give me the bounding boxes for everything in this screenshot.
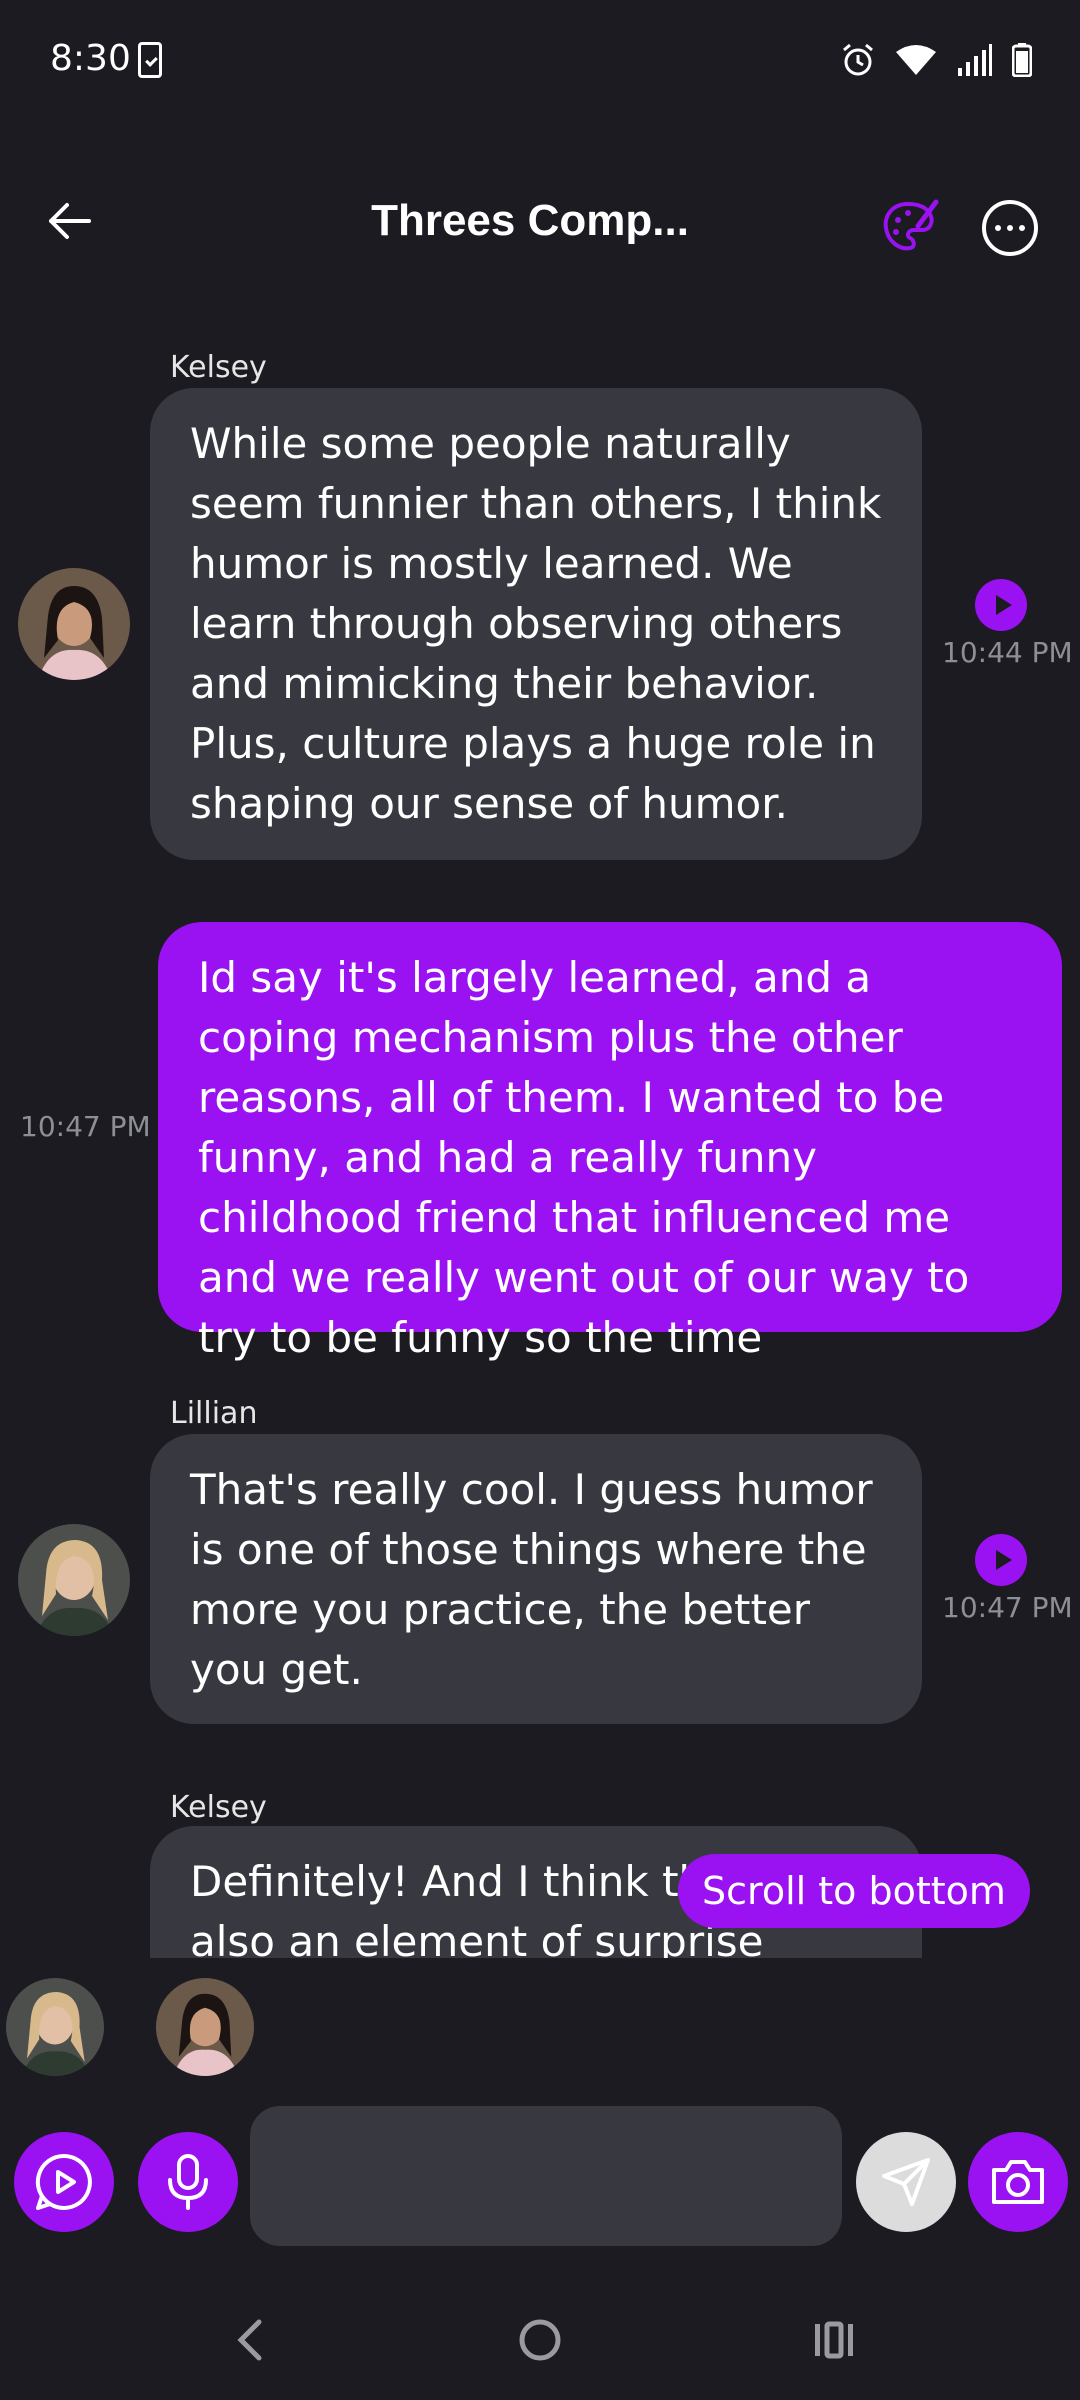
palette-icon xyxy=(883,199,939,251)
nav-back-button[interactable] xyxy=(220,2310,280,2370)
theme-button[interactable] xyxy=(880,196,940,256)
message-time: 10:44 PM xyxy=(942,636,1073,669)
more-dot xyxy=(1007,225,1013,231)
message-text: Id say it's largely learned, and a copin… xyxy=(198,953,970,1362)
chat-title: Threes Comp... xyxy=(371,196,689,245)
play-audio-button[interactable] xyxy=(975,579,1027,631)
message-time: 10:47 PM xyxy=(942,1591,1073,1624)
message-text: While some people naturally seem funnier… xyxy=(190,419,882,828)
sender-name: Lillian xyxy=(170,1396,258,1431)
play-audio-button[interactable] xyxy=(975,1534,1027,1586)
message-text: That's really cool. I guess humor is one… xyxy=(190,1465,873,1694)
wifi-icon xyxy=(896,45,936,75)
camera-icon xyxy=(992,2160,1044,2204)
more-options-button[interactable] xyxy=(982,200,1038,256)
sender-name: Kelsey xyxy=(170,350,267,385)
message-bubble-incoming[interactable]: That's really cool. I guess humor is one… xyxy=(150,1434,922,1724)
nav-recents-button[interactable] xyxy=(804,2310,864,2370)
status-time: 8:30 xyxy=(50,38,131,79)
message-bubble-incoming[interactable]: While some people naturally seem funnier… xyxy=(150,388,922,860)
message-bubble-outgoing[interactable]: Id say it's largely learned, and a copin… xyxy=(158,922,1062,1362)
more-dot xyxy=(1019,225,1025,231)
recents-icon xyxy=(815,2321,853,2359)
scroll-to-bottom-button[interactable]: Scroll to bottom xyxy=(678,1854,1030,1928)
avatar-image xyxy=(6,1978,104,2076)
microphone-icon xyxy=(168,2154,208,2210)
nav-home-button[interactable] xyxy=(510,2310,570,2370)
play-bubble-icon xyxy=(35,2153,92,2210)
alarm-icon xyxy=(843,43,873,76)
signal-icon xyxy=(958,44,992,76)
avatar-image xyxy=(18,1524,130,1636)
avatar-image xyxy=(156,1978,254,2076)
participant-avatar-lillian[interactable] xyxy=(6,1978,104,2076)
avatar-lillian[interactable] xyxy=(18,1524,130,1636)
chevron-left-icon xyxy=(237,2319,262,2361)
camera-button[interactable] xyxy=(968,2132,1068,2232)
video-chat-button[interactable] xyxy=(14,2132,114,2232)
more-dot xyxy=(995,225,1001,231)
sender-name: Kelsey xyxy=(170,1790,267,1825)
arrow-left-icon xyxy=(49,203,91,239)
participant-avatar-kelsey[interactable] xyxy=(156,1978,254,2076)
avatar-image xyxy=(18,568,130,680)
send-icon xyxy=(882,2158,930,2206)
circle-home-icon xyxy=(519,2319,561,2361)
battery-icon xyxy=(1012,43,1032,77)
notes-icon xyxy=(138,42,162,78)
back-button[interactable] xyxy=(40,192,98,250)
message-time: 10:47 PM xyxy=(20,1110,151,1143)
status-icons xyxy=(840,40,1032,80)
voice-input-button[interactable] xyxy=(138,2132,238,2232)
message-input[interactable] xyxy=(250,2106,842,2246)
avatar-kelsey[interactable] xyxy=(18,568,130,680)
send-button[interactable] xyxy=(856,2132,956,2232)
